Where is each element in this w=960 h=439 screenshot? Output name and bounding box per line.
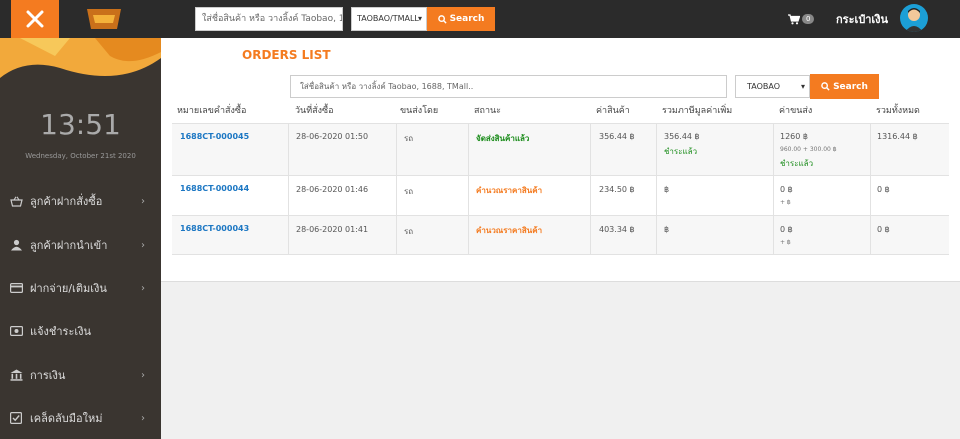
order-freight: 0 ฿ bbox=[780, 225, 793, 234]
column-header-freight: ค่าขนส่ง bbox=[779, 106, 813, 116]
order-date: 28-06-2020 01:41 bbox=[296, 225, 369, 234]
sidebar-item-tips[interactable]: เคล็ดลับมือใหม่ › bbox=[0, 406, 161, 430]
close-menu-button[interactable] bbox=[11, 0, 59, 38]
column-header-date: วันที่สั่งซื้อ bbox=[295, 106, 334, 116]
chevron-right-icon: › bbox=[141, 282, 145, 294]
sidebar-item-label: ลูกค้าฝากนำเข้า bbox=[30, 239, 108, 252]
wallet-link[interactable]: กระเป๋าเงิน bbox=[836, 10, 888, 28]
sidebar-item-label: ฝากจ่าย/เติมเงิน bbox=[30, 282, 107, 295]
column-divider bbox=[773, 123, 774, 255]
credit-card-icon bbox=[9, 283, 23, 293]
sidebar-item-label: เคล็ดลับมือใหม่ bbox=[30, 412, 103, 425]
sidebar-clock: 13:51 bbox=[40, 108, 121, 141]
sidebar-item-import[interactable]: ลูกค้าฝากนำเข้า › bbox=[0, 233, 161, 257]
search-input[interactable]: ใส่ชื่อสินค้า หรือ วางลิ้งค์ Taobao, 168… bbox=[290, 75, 727, 98]
order-id-link[interactable]: 1688CT-000044 bbox=[180, 184, 249, 193]
top-navbar: ใส่ชื่อสินค้า หรือ วางลิ้งค์ Taobao, 168… bbox=[0, 0, 960, 38]
order-vat: ฿ bbox=[664, 185, 670, 194]
column-divider bbox=[288, 123, 289, 255]
chevron-down-icon: ▾ bbox=[800, 82, 805, 91]
order-freight: 1260 ฿ bbox=[780, 132, 808, 141]
order-date: 28-06-2020 01:50 bbox=[296, 132, 369, 141]
sidebar-decoration bbox=[0, 38, 161, 93]
header-search-button[interactable]: Search bbox=[427, 7, 495, 31]
chevron-right-icon: › bbox=[141, 195, 145, 207]
freight-detail: + ฿ bbox=[780, 239, 791, 246]
freight-detail: 960.00 + 300.00 ฿ bbox=[780, 146, 837, 153]
platform-select-value: TAOBAO bbox=[747, 82, 781, 91]
page-title: ORDERS LIST bbox=[242, 48, 331, 62]
order-shipping: รถ bbox=[404, 134, 414, 143]
avatar[interactable] bbox=[900, 4, 928, 32]
order-total: 0 ฿ bbox=[877, 225, 890, 234]
chevron-down-icon: ▾ bbox=[417, 14, 422, 23]
sidebar-item-notify-payment[interactable]: แจ้งชำระเงิน bbox=[0, 319, 161, 343]
column-header-status: สถานะ bbox=[474, 106, 501, 116]
status-badge: คำนวณราคาสินค้า bbox=[476, 226, 543, 235]
search-icon bbox=[821, 82, 830, 91]
chevron-right-icon: › bbox=[141, 412, 145, 424]
order-price: 234.50 ฿ bbox=[599, 185, 635, 194]
close-icon bbox=[26, 10, 44, 28]
column-divider bbox=[396, 123, 397, 255]
column-divider bbox=[590, 123, 591, 255]
table-bottom-border bbox=[172, 254, 949, 255]
search-icon bbox=[437, 14, 447, 24]
order-price: 403.34 ฿ bbox=[599, 225, 635, 234]
column-divider bbox=[468, 123, 469, 255]
platform-select[interactable]: TAOBAO ▾ bbox=[735, 75, 810, 98]
order-shipping: รถ bbox=[404, 227, 414, 236]
order-vat: ฿ bbox=[664, 225, 670, 234]
sidebar-item-label: แจ้งชำระเงิน bbox=[30, 325, 92, 338]
sidebar-item-label: การเงิน bbox=[30, 369, 66, 382]
column-header-shipping: ขนส่งโดย bbox=[400, 106, 439, 116]
column-header-order-id: หมายเลขคำสั่งซื้อ bbox=[177, 106, 247, 116]
money-icon bbox=[9, 326, 23, 336]
search-button-label: Search bbox=[833, 81, 868, 92]
order-vat: 356.44 ฿ bbox=[664, 132, 700, 141]
order-price: 356.44 ฿ bbox=[599, 132, 635, 141]
checkbox-icon bbox=[9, 412, 23, 424]
header-search-input[interactable]: ใส่ชื่อสินค้า หรือ วางลิ้งค์ Taobao, 168… bbox=[195, 7, 343, 31]
sidebar-item-payment[interactable]: ฝากจ่าย/เติมเงิน › bbox=[0, 276, 161, 300]
user-import-icon bbox=[9, 239, 23, 251]
column-header-vat: รวมภาษีมูลค่าเพิ่ม bbox=[662, 106, 733, 116]
sidebar-date: Wednesday, October 21st 2020 bbox=[25, 152, 136, 160]
sidebar-item-order[interactable]: ลูกค้าฝากสั่งซื้อ › bbox=[0, 189, 161, 213]
order-total: 1316.44 ฿ bbox=[877, 132, 918, 141]
order-id-link[interactable]: 1688CT-000043 bbox=[180, 224, 249, 233]
status-badge: คำนวณราคาสินค้า bbox=[476, 186, 543, 195]
order-shipping: รถ bbox=[404, 187, 414, 196]
order-freight: 0 ฿ bbox=[780, 185, 793, 194]
order-id-link[interactable]: 1688CT-000045 bbox=[180, 132, 249, 141]
freight-detail: + ฿ bbox=[780, 199, 791, 206]
status-badge: จัดส่งสินค้าแล้ว bbox=[476, 134, 530, 143]
order-date: 28-06-2020 01:46 bbox=[296, 185, 369, 194]
freight-paid-note: ชำระแล้ว bbox=[780, 159, 814, 168]
vat-paid-note: ชำระแล้ว bbox=[664, 147, 698, 156]
bank-icon bbox=[9, 369, 23, 381]
cart-icon bbox=[788, 13, 800, 24]
basket-icon bbox=[9, 196, 23, 207]
cart-button[interactable]: 0 bbox=[788, 12, 816, 26]
sidebar-item-label: ลูกค้าฝากสั่งซื้อ bbox=[30, 195, 103, 208]
column-header-price: ค่าสินค้า bbox=[596, 106, 630, 116]
chevron-right-icon: › bbox=[141, 239, 145, 251]
column-header-total: รวมทั้งหมด bbox=[876, 106, 920, 116]
column-divider bbox=[870, 123, 871, 255]
chevron-right-icon: › bbox=[141, 369, 145, 381]
header-platform-select[interactable]: TAOBAO/TMALL ▾ bbox=[351, 7, 427, 31]
header-platform-value: TAOBAO/TMALL bbox=[357, 14, 419, 23]
cart-count-badge: 0 bbox=[802, 14, 815, 24]
sidebar-item-finance[interactable]: การเงิน › bbox=[0, 363, 161, 387]
header-search-label: Search bbox=[449, 14, 485, 24]
order-total: 0 ฿ bbox=[877, 185, 890, 194]
column-divider bbox=[656, 123, 657, 255]
search-button[interactable]: Search bbox=[810, 74, 879, 99]
sidebar: 13:51 Wednesday, October 21st 2020 ลูกค้… bbox=[0, 38, 161, 439]
site-logo[interactable] bbox=[83, 5, 125, 33]
